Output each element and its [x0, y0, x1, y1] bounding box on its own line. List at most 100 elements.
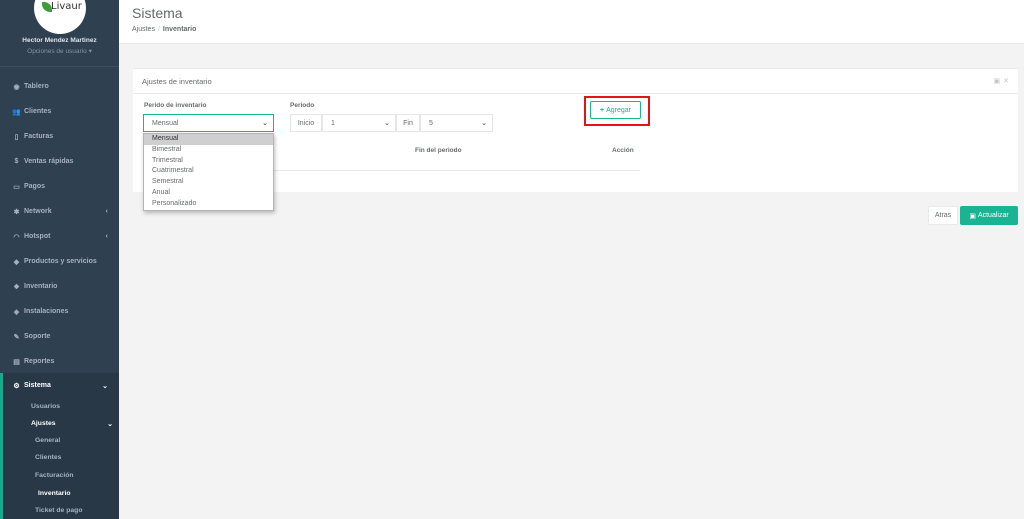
- dashboard-icon: ◉: [13, 83, 20, 91]
- plus-icon: +: [600, 106, 605, 114]
- divider: [133, 93, 1018, 94]
- sub-label: Inventario: [38, 490, 71, 497]
- nav-label: Soporte: [24, 333, 51, 340]
- end-addon: Fin: [396, 114, 420, 132]
- start-select[interactable]: 1 ⌄: [322, 114, 396, 132]
- nav-label: Instalaciones: [24, 308, 69, 315]
- wifi-icon: ◠: [13, 233, 20, 241]
- update-button[interactable]: ▣ Actualizar: [960, 206, 1018, 225]
- book-icon: ▤: [13, 358, 20, 366]
- save-icon: ▣: [969, 212, 976, 220]
- page-header: Sistema Ajustes / Inventario: [119, 0, 1024, 44]
- chevron-down-icon: ⌄: [384, 120, 390, 127]
- sub-item-usuarios[interactable]: Usuarios: [0, 398, 119, 415]
- nav-item-sistema[interactable]: ⚙ Sistema ⌄: [0, 373, 119, 398]
- nav-item-inventario[interactable]: ❖ Inventario: [0, 274, 119, 299]
- sub-label: Ticket de pago: [35, 507, 83, 514]
- users-icon: 👥: [12, 108, 21, 116]
- card-tools: ▣ ✕: [994, 77, 1010, 85]
- dropdown-option-mensual[interactable]: Mensual: [144, 134, 273, 145]
- sub-item-facturacion[interactable]: Facturación: [0, 467, 119, 484]
- column-header-end: Fin del periodo: [415, 147, 462, 154]
- breadcrumb: Ajustes / Inventario: [132, 26, 196, 33]
- file-icon: ▯: [14, 133, 19, 141]
- nav-label: Tablero: [24, 83, 49, 90]
- add-button-label: Agregar: [606, 106, 631, 114]
- period-type-value: Mensual: [152, 119, 179, 127]
- nav-item-productos[interactable]: ◆ Productos y servicios: [0, 249, 119, 274]
- nav-item-ventas-rapidas[interactable]: $ Ventas rápidas: [0, 149, 119, 174]
- sub-item-general[interactable]: General: [0, 432, 119, 449]
- chevron-left-icon: ‹: [105, 208, 108, 215]
- add-button[interactable]: + Agregar: [590, 101, 641, 119]
- breadcrumb-current: Inventario: [162, 26, 197, 33]
- back-button[interactable]: Atras: [928, 206, 958, 225]
- nav-item-network[interactable]: ✱ Network ‹: [0, 199, 119, 224]
- nav-item-instalaciones[interactable]: ◈ Instalaciones: [0, 299, 119, 324]
- chevron-down-icon: ⌄: [102, 382, 108, 390]
- sub-label: General: [35, 437, 61, 444]
- dropdown-option-cuatrimestral[interactable]: Cuatrimestral: [144, 166, 273, 177]
- dropdown-option-anual[interactable]: Anual: [144, 188, 273, 199]
- sub-label: Usuarios: [31, 403, 61, 410]
- money-icon: ▭: [13, 183, 20, 191]
- tools-icon: ◈: [13, 308, 20, 316]
- close-icon[interactable]: ✕: [1003, 77, 1009, 85]
- breadcrumb-ajustes[interactable]: Ajustes: [132, 26, 155, 33]
- nav-label: Reportes: [24, 358, 55, 365]
- chevron-left-icon: ‹: [105, 233, 108, 240]
- sub-item-ticket-de-pago[interactable]: Ticket de pago: [0, 502, 119, 519]
- start-addon: Inicio: [290, 114, 322, 132]
- divider: [0, 66, 119, 67]
- cogs-icon: ⚙: [13, 382, 20, 390]
- sub-label: Ajustes: [31, 420, 56, 427]
- nav-label: Productos y servicios: [24, 258, 97, 265]
- profile-block: Livaur Hector Mendez Martinez Opciones d…: [0, 0, 119, 66]
- dropdown-option-bimestral[interactable]: Bimestral: [144, 145, 273, 156]
- logo: Livaur: [34, 0, 86, 34]
- card-title: Ajustes de inventario: [142, 77, 212, 86]
- dropdown-option-trimestral[interactable]: Trimestral: [144, 156, 273, 167]
- end-value: 5: [429, 119, 433, 127]
- nav-item-reportes[interactable]: ▤ Reportes: [0, 349, 119, 374]
- nav-item-clientes[interactable]: 👥 Clientes: [0, 99, 119, 124]
- breadcrumb-separator: /: [157, 26, 160, 33]
- nav-label: Inventario: [24, 283, 58, 290]
- nav-label: Facturas: [24, 133, 54, 140]
- nav-item-soporte[interactable]: ✎ Soporte: [0, 324, 119, 349]
- collapse-icon[interactable]: ▣: [994, 77, 1001, 85]
- sub-item-ajustes[interactable]: Ajustes ⌄: [0, 415, 119, 432]
- period-range-label: Periodo: [290, 102, 315, 109]
- dropdown-option-semestral[interactable]: Semestral: [144, 177, 273, 188]
- start-value: 1: [331, 119, 335, 127]
- nav-item-facturas[interactable]: ▯ Facturas: [0, 124, 119, 149]
- user-options-menu[interactable]: Opciones de usuario ▾: [0, 47, 119, 55]
- nav-label: Hotspot: [24, 233, 51, 240]
- dropdown-option-personalizado[interactable]: Personalizado: [144, 199, 273, 210]
- sub-label: Clientes: [35, 454, 62, 461]
- period-type-select[interactable]: Mensual ⌄: [143, 114, 274, 132]
- cubes-icon: ❖: [13, 283, 20, 291]
- nav-item-pagos[interactable]: ▭ Pagos: [0, 174, 119, 199]
- nav-item-tablero[interactable]: ◉ Tablero: [0, 74, 119, 99]
- end-select[interactable]: 5 ⌄: [420, 114, 493, 132]
- sidebar: Livaur Hector Mendez Martinez Opciones d…: [0, 0, 119, 519]
- network-icon: ✱: [13, 208, 20, 216]
- logo-text: Livaur: [51, 1, 82, 12]
- nav-label: Network: [24, 208, 52, 215]
- nav-label: Ventas rápidas: [24, 158, 74, 165]
- nav-label: Pagos: [24, 183, 46, 190]
- sub-item-clientes[interactable]: Clientes: [0, 449, 119, 466]
- tag-icon: ◆: [13, 258, 20, 266]
- chevron-down-icon: ⌄: [262, 120, 268, 127]
- period-type-label: Perido de inventario: [144, 102, 207, 109]
- chevron-down-icon: ⌄: [481, 120, 487, 127]
- nav-label: Clientes: [24, 108, 52, 115]
- chevron-down-icon: ⌄: [107, 420, 113, 428]
- column-header-action: Acción: [612, 147, 634, 154]
- nav-item-hotspot[interactable]: ◠ Hotspot ‹: [0, 224, 119, 249]
- sub-item-inventario[interactable]: Inventario: [0, 485, 119, 502]
- wrench-icon: ✎: [13, 333, 20, 341]
- nav-label: Sistema: [24, 382, 51, 389]
- profile-name: Hector Mendez Martinez: [22, 37, 97, 44]
